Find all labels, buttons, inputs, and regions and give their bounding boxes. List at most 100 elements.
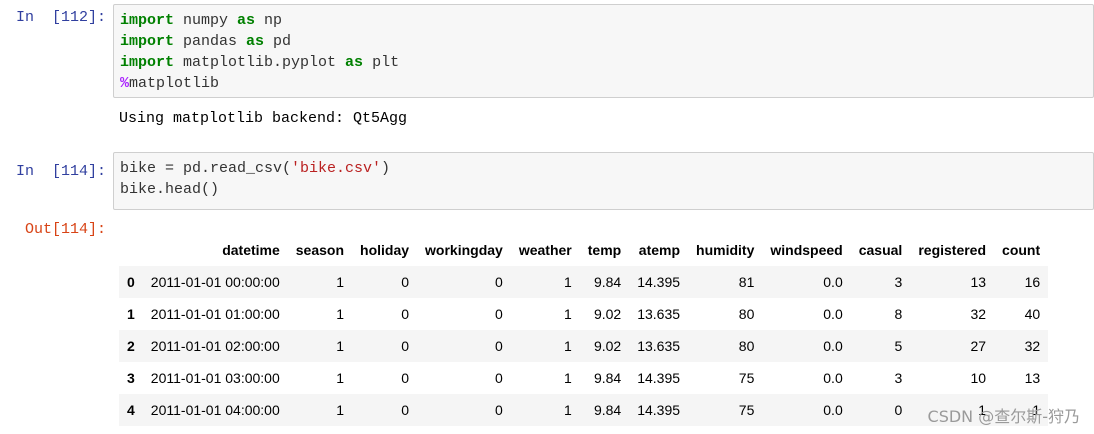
table-cell-holiday: 0 [401,370,410,386]
code-line: bike = pd.read_csv('bike.csv') [120,158,1087,179]
table-cell-atemp: 14.395 [637,402,681,418]
table-cell-registered: 27 [970,338,987,354]
code-token: matplotlib [129,75,220,92]
table-cell-workingday: 0 [495,338,503,354]
column-header-registered: registered [918,242,987,258]
code-token: 'bike.csv' [291,160,382,177]
index-header-cell [119,234,143,266]
table-cell-casual: 3 [894,274,903,290]
input-prompt-114: In [114]: [15,163,106,180]
table-cell-humidity: 75 [738,370,755,386]
column-header-weather: weather [518,242,572,258]
column-header-holiday: holiday [360,242,410,258]
code-cell-imports[interactable]: import numpy as np import pandas as pd imp… [113,4,1094,98]
table-cell-datetime: 2011-01-01 01:00:00 [150,306,280,322]
table-cell-weather: 1 [563,402,572,418]
table-cell-weather: 1 [563,338,572,354]
table-cell-atemp: 13.635 [637,306,681,322]
code-line: import matplotlib.pyplot as plt [120,52,1087,73]
code-line: bike.head() [120,179,1087,200]
table-cell-windspeed: 0.0 [823,338,843,354]
table-cell-registered: 13 [970,274,987,290]
code-cell-read-csv[interactable]: bike = pd.read_csv('bike.csv') bike.head(… [113,152,1094,210]
row-index: 3 [127,370,135,386]
table-cell-windspeed: 0.0 [823,274,843,290]
input-prompt-112: In [112]: [15,9,106,26]
table-cell-holiday: 0 [401,274,410,290]
table-cell-datetime: 2011-01-01 02:00:00 [150,338,280,354]
table-cell-casual: 8 [894,306,903,322]
table-cell-casual: 5 [894,338,903,354]
table-cell-count: 16 [1024,274,1041,290]
table-row: 1 2011-01-01 01:00:00 1 0 0 1 9.02 13.635 80 0.0 8… [119,298,1049,330]
code-token: import [120,54,175,71]
table-cell-season: 1 [336,370,345,386]
table-row: 4 2011-01-01 04:00:00 1 0 0 1 9.84 14.395 75 0.0 0… [119,394,1049,426]
column-header-season: season [295,242,345,258]
row-index: 2 [127,338,135,354]
code-token: matplotlib.pyplot [174,54,346,71]
watermark: CSDN @查尔斯-狩乃 [927,407,1080,426]
table-cell-holiday: 0 [401,402,410,418]
table-cell-count: 32 [1024,338,1041,354]
column-header-count: count [1002,242,1041,258]
table-cell-humidity: 81 [738,274,755,290]
table-row: 3 2011-01-01 03:00:00 1 0 0 1 9.84 14.395 75 0.0 3… [119,362,1049,394]
column-header-datetime: datetime [222,242,280,258]
table-cell-windspeed: 0.0 [823,306,843,322]
table-row: 2 2011-01-01 02:00:00 1 0 0 1 9.02 13.635 80 0.0 5… [119,330,1049,362]
table-row: 0 2011-01-01 00:00:00 1 0 0 1 9.84 14.395 81 0.0 3… [119,266,1049,298]
code-token: bike = pd.read_csv( [120,160,292,177]
table-cell-count: 13 [1024,370,1041,386]
table-cell-temp: 9.84 [593,274,622,290]
table-cell-atemp: 14.395 [637,370,681,386]
table-cell-temp: 9.84 [593,402,622,418]
row-index: 0 [127,274,135,290]
table-cell-workingday: 0 [495,402,503,418]
table-cell-weather: 1 [563,370,572,386]
code-token: import [120,12,175,29]
code-line: import numpy as np [120,10,1087,31]
code-token: np [255,12,283,29]
table-cell-weather: 1 [563,306,572,322]
table-cell-windspeed: 0.0 [823,402,843,418]
table-cell-temp: 9.84 [593,370,622,386]
code-line: import pandas as pd [120,31,1087,52]
row-index: 1 [127,306,135,322]
table-cell-count: 40 [1024,306,1041,322]
code-token: pandas [174,33,247,50]
table-cell-humidity: 80 [738,306,755,322]
table-cell-humidity: 80 [738,338,755,354]
code-token: as [345,54,364,71]
table-cell-season: 1 [336,338,345,354]
table-cell-season: 1 [336,402,345,418]
code-token: as [246,33,265,50]
code-token: bike.head() [120,181,220,198]
table-cell-season: 1 [336,274,345,290]
column-header-atemp: atemp [638,242,681,258]
table-cell-windspeed: 0.0 [823,370,843,386]
code-token: pd [264,33,292,50]
table-cell-holiday: 0 [401,338,410,354]
table-cell-casual: 0 [894,402,903,418]
table-cell-temp: 9.02 [593,306,622,322]
table-cell-datetime: 2011-01-01 03:00:00 [150,370,280,386]
table-cell-registered: 10 [970,370,987,386]
column-header-humidity: humidity [696,242,755,258]
table-cell-weather: 1 [563,274,572,290]
table-cell-atemp: 14.395 [637,274,681,290]
code-line: %matplotlib [120,73,1087,94]
code-token: % [120,75,130,92]
code-token: import [120,33,175,50]
stream-output: Using matplotlib backend: Qt5Agg [119,110,408,127]
table-cell-season: 1 [336,306,345,322]
table-cell-datetime: 2011-01-01 04:00:00 [150,402,280,418]
code-token: ) [381,160,391,177]
table-cell-registered: 32 [970,306,987,322]
table-cell-holiday: 0 [401,306,410,322]
code-token: plt [363,54,400,71]
table-cell-workingday: 0 [495,274,503,290]
column-header-workingday: workingday [425,242,503,258]
column-header-temp: temp [587,242,622,258]
output-prompt-114: Out[114]: [24,221,106,238]
